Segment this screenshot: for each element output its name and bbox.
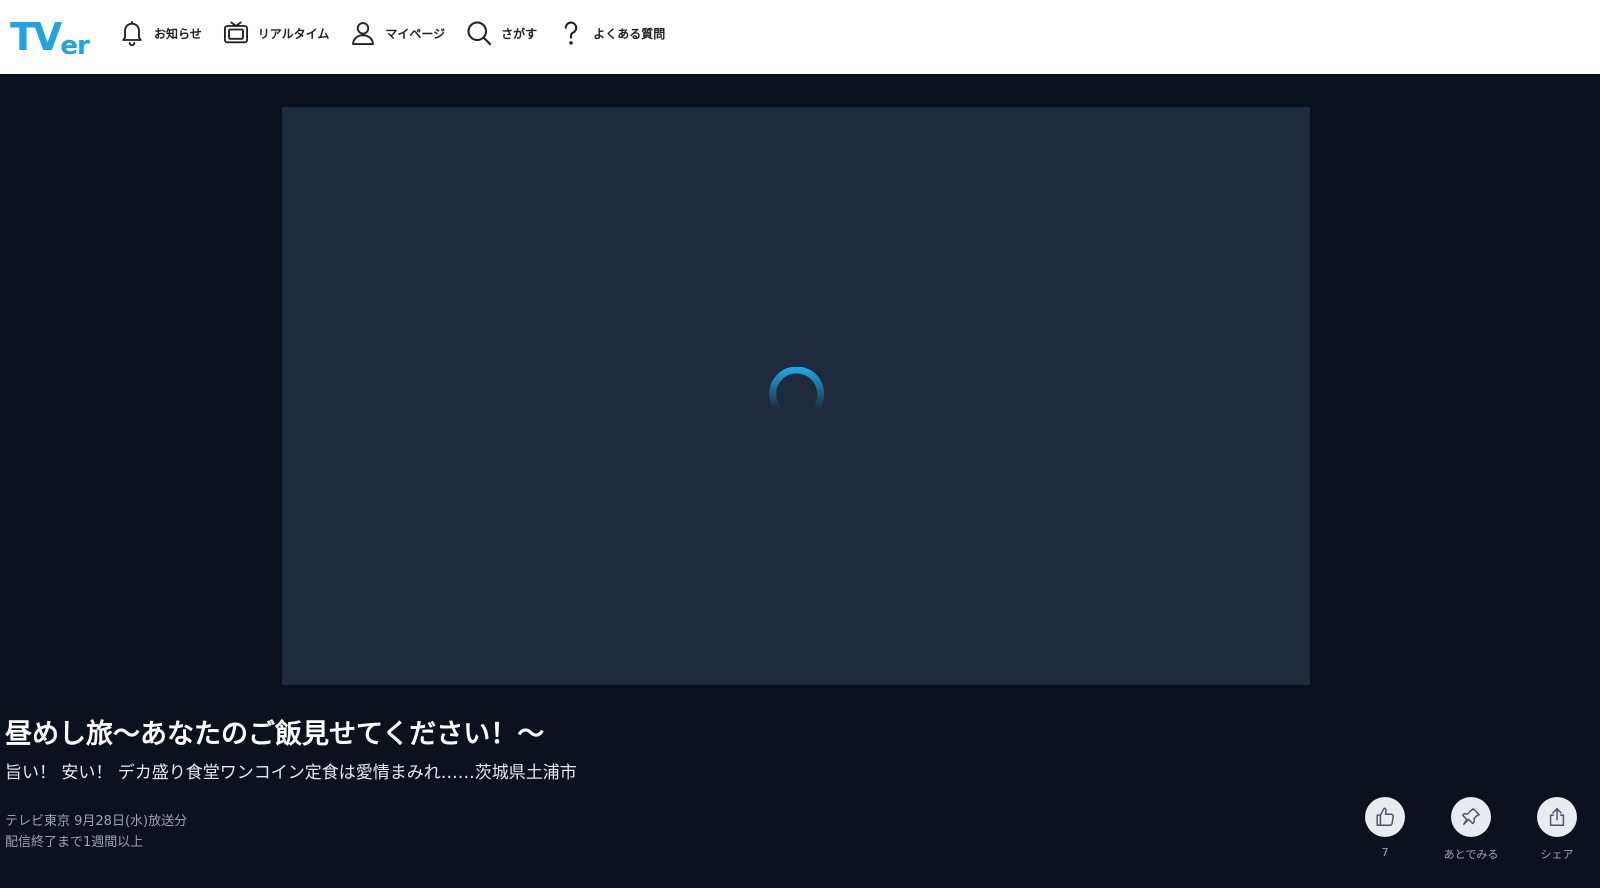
loading-spinner-icon xyxy=(769,367,825,413)
episode-subtitle: 旨い！ 安い！ デカ盛り食堂ワンコイン定食は愛情まみれ……茨城県土浦市 xyxy=(5,763,577,783)
tv-icon xyxy=(223,21,248,44)
nav-item-faq[interactable]: よくある質問 xyxy=(557,19,665,47)
nav-item-notifications[interactable]: お知らせ xyxy=(118,19,202,47)
nav-item-realtime[interactable]: リアルタイム xyxy=(222,19,330,47)
watch-later-circle[interactable] xyxy=(1451,797,1491,837)
thumbs-up-icon xyxy=(1376,807,1394,826)
search-icon xyxy=(467,21,492,46)
user-icon xyxy=(352,22,375,46)
nav-label: よくある質問 xyxy=(593,26,666,41)
logo-tv-text: TV xyxy=(10,15,62,59)
nav-label: リアルタイム xyxy=(257,26,330,41)
nav-label: マイページ xyxy=(385,26,446,41)
share-button[interactable]: シェア xyxy=(1512,797,1600,862)
bell-icon xyxy=(122,20,142,47)
site-header: TV er お知らせ リアルタイム マイページ さがす よくある質問 xyxy=(0,0,1600,74)
watch-later-button[interactable]: あとでみる xyxy=(1426,797,1516,862)
share-label: シェア xyxy=(1540,848,1574,861)
main-nav: お知らせ リアルタイム マイページ さがす よくある質問 xyxy=(118,0,685,66)
like-button[interactable]: 7 xyxy=(1340,797,1430,859)
share-icon xyxy=(1549,808,1565,826)
logo-er-text: er xyxy=(60,31,89,61)
video-player[interactable] xyxy=(282,107,1310,685)
nav-label: お知らせ xyxy=(154,26,202,41)
pin-icon xyxy=(1461,808,1480,826)
episode-meta: テレビ東京 9月28日(水)放送分 配信終了まで1週間以上 xyxy=(5,811,187,853)
action-bar: 7 あとでみる シェア xyxy=(1340,797,1600,867)
question-icon xyxy=(564,21,578,45)
tver-logo[interactable]: TV er xyxy=(10,12,90,61)
broadcast-info: テレビ東京 9月28日(水)放送分 xyxy=(5,814,188,829)
like-count: 7 xyxy=(1381,846,1389,859)
availability-info: 配信終了まで1週間以上 xyxy=(5,835,144,850)
like-circle[interactable] xyxy=(1365,797,1405,837)
episode-title: 昼めし旅～あなたのご飯見せてください！～ xyxy=(5,719,545,750)
nav-item-search[interactable]: さがす xyxy=(465,19,537,47)
nav-item-mypage[interactable]: マイページ xyxy=(349,19,445,47)
share-circle[interactable] xyxy=(1537,797,1577,837)
nav-label: さがす xyxy=(501,26,538,41)
watch-later-label: あとでみる xyxy=(1443,848,1499,861)
